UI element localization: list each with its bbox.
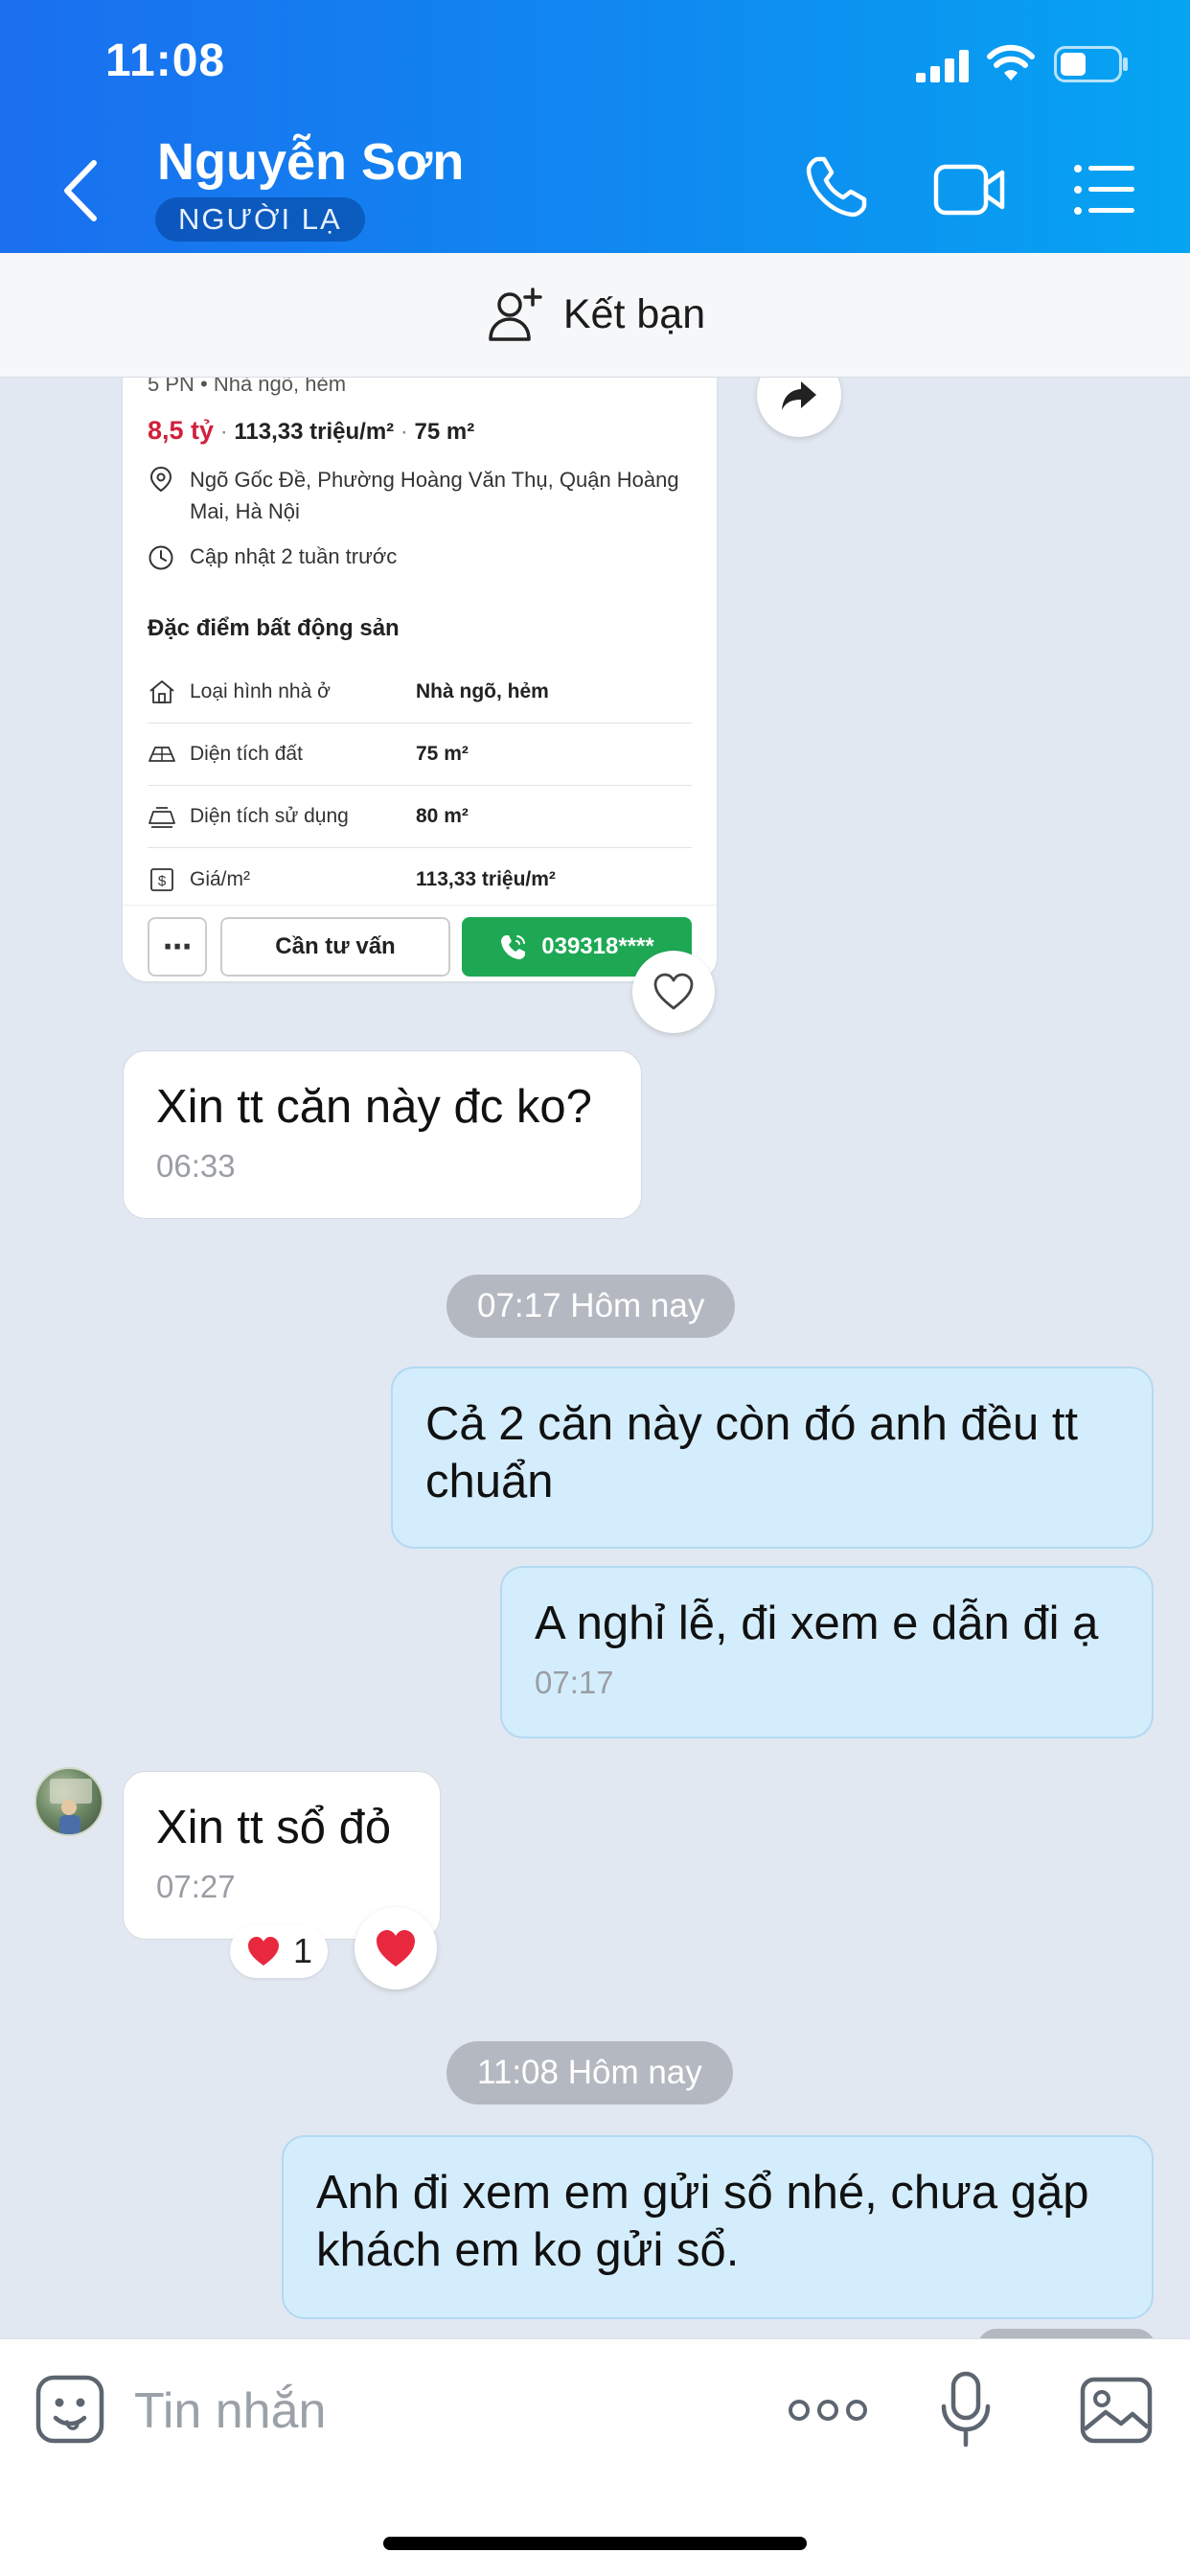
contact-name[interactable]: Nguyễn Sơn xyxy=(157,132,464,192)
message-text: A nghỉ lễ, đi xem e dẫn đi ạ xyxy=(535,1598,1099,1649)
react-heart-button[interactable] xyxy=(355,1907,437,1990)
heart-icon xyxy=(377,1930,415,1966)
price-icon: $ xyxy=(150,867,173,891)
status-time: 11:08 xyxy=(105,35,226,86)
usable-area-icon xyxy=(149,807,175,828)
stranger-badge: NGƯỜI LẠ xyxy=(155,197,365,242)
forward-button[interactable] xyxy=(757,378,841,437)
battery-icon xyxy=(1054,46,1128,82)
feature-row: Diện tích sử dụng 80 m² xyxy=(148,786,692,848)
feature-row: $ Giá/m² 113,33 triệu/m² xyxy=(148,848,692,910)
feature-value: 113,33 triệu/m² xyxy=(416,867,556,890)
outgoing-message[interactable]: Anh đi xem em gửi sổ nhé, chưa gặp khách… xyxy=(282,2135,1154,2319)
house-type-icon xyxy=(149,680,174,703)
feature-value: 75 m² xyxy=(416,743,469,765)
wifi-icon xyxy=(987,44,1035,80)
add-friend-icon xyxy=(489,287,542,341)
land-area-icon xyxy=(149,747,175,762)
message-time: 07:17 xyxy=(535,1665,614,1700)
listing-address: Ngõ Gốc Đề, Phường Hoàng Văn Thụ, Quận H… xyxy=(190,468,679,523)
listing-subtitle: 5 PN • Nhà ngõ, hẻm xyxy=(148,378,347,396)
listing-more-button[interactable]: ⋯ xyxy=(148,917,207,977)
contact-avatar[interactable] xyxy=(34,1767,103,1836)
feature-row: Loại hình nhà ở Nhà ngõ, hẻm xyxy=(148,661,692,724)
feature-label: Diện tích đất xyxy=(190,743,303,765)
add-friend-label: Kết bạn xyxy=(562,291,706,337)
consult-button[interactable]: Cần tư vấn xyxy=(220,917,450,977)
message-input[interactable] xyxy=(134,2378,747,2445)
back-button[interactable] xyxy=(57,157,105,224)
message-time: 07:27 xyxy=(156,1869,236,1904)
seller-phone: 039318**** xyxy=(541,933,654,959)
outgoing-message[interactable]: A nghỉ lễ, đi xem e dẫn đi ạ 07:17 xyxy=(500,1566,1154,1738)
feature-value: 80 m² xyxy=(416,805,469,827)
listing-actions: ⋯ Cần tư vấn 039318**** xyxy=(123,905,717,981)
reaction-count: 1 xyxy=(293,1931,313,1970)
heart-outline-icon xyxy=(653,973,694,1010)
date-separator: 11:08 Hôm nay xyxy=(446,2041,733,2104)
home-indicator[interactable] xyxy=(383,2537,807,2550)
location-pin-icon xyxy=(149,466,172,493)
message-text: Cả 2 căn này còn đó anh đều tt chuẩn xyxy=(425,1398,1079,1507)
outgoing-message[interactable]: Cả 2 căn này còn đó anh đều tt chuẩn xyxy=(391,1367,1154,1549)
image-picker-button[interactable] xyxy=(1079,2376,1154,2445)
svg-text:$: $ xyxy=(158,873,167,889)
message-text: Anh đi xem em gửi sổ nhé, chưa gặp khách… xyxy=(316,2167,1089,2276)
listing-updated: Cập nhật 2 tuần trước xyxy=(190,544,398,568)
listing-address-row: Ngõ Gốc Đề, Phường Hoàng Văn Thụ, Quận H… xyxy=(148,464,684,527)
phone-icon xyxy=(501,935,526,959)
sticker-button[interactable] xyxy=(34,2374,105,2445)
react-heart-button[interactable] xyxy=(632,951,715,1033)
listing-price: 8,5 tỷ xyxy=(148,416,215,445)
share-arrow-icon xyxy=(782,381,816,410)
video-call-button[interactable] xyxy=(933,161,1006,218)
feature-label: Giá/m² xyxy=(190,867,250,890)
avatar-image xyxy=(50,1779,92,1834)
chat-header: 11:08 Nguyễn Sơn NGƯỜI LẠ xyxy=(0,0,1190,253)
more-options-button[interactable] xyxy=(788,2389,868,2431)
message-text: Xin tt căn này đc ko? xyxy=(156,1081,592,1133)
feature-value: Nhà ngõ, hẻm xyxy=(416,680,549,702)
listing-updated-row: Cập nhật 2 tuần trước xyxy=(148,542,397,571)
message-input-bar xyxy=(0,2338,1190,2576)
date-separator: 07:17 Hôm nay xyxy=(446,1275,736,1338)
listing-price-per-m2: 113,33 triệu/m² xyxy=(234,419,395,445)
cellular-signal-icon xyxy=(916,50,969,82)
features-title: Đặc điểm bất động sản xyxy=(148,615,400,641)
listing-area: 75 m² xyxy=(414,419,475,445)
property-listing-card[interactable]: 5 PN • Nhà ngõ, hẻm 8,5 tỷ · 113,33 triệ… xyxy=(123,378,717,981)
incoming-message[interactable]: Xin tt căn này đc ko? 06:33 xyxy=(123,1050,642,1219)
message-time: 06:33 xyxy=(156,1148,236,1184)
add-friend-button[interactable]: Kết bạn xyxy=(0,253,1190,378)
voice-call-button[interactable] xyxy=(805,155,868,218)
microphone-button[interactable] xyxy=(939,2370,993,2450)
reaction-summary[interactable]: 1 xyxy=(230,1924,329,1978)
date-separator-partial xyxy=(977,2329,1156,2338)
feature-row: Diện tích đất 75 m² xyxy=(148,724,692,786)
message-text: Xin tt sổ đỏ xyxy=(156,1802,392,1853)
feature-label: Diện tích sử dụng xyxy=(190,805,349,827)
message-list[interactable]: 5 PN • Nhà ngõ, hẻm 8,5 tỷ · 113,33 triệ… xyxy=(0,378,1190,2338)
heart-icon xyxy=(248,1937,279,1966)
feature-label: Loại hình nhà ở xyxy=(190,680,331,702)
chat-menu-button[interactable] xyxy=(1073,163,1136,217)
listing-price-row: 8,5 tỷ · 113,33 triệu/m² · 75 m² xyxy=(148,416,475,445)
clock-icon xyxy=(149,545,173,570)
